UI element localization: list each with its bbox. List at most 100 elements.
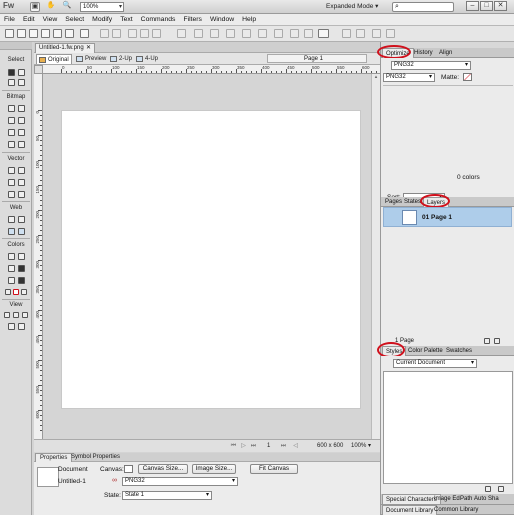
scroll-up-icon[interactable]: ▴ <box>373 74 379 80</box>
fit-canvas-button[interactable]: Fit Canvas <box>250 464 298 474</box>
undo-icon[interactable] <box>100 29 109 38</box>
prev-frame-icon[interactable]: ◁ <box>292 443 299 449</box>
align-icon[interactable] <box>318 29 329 38</box>
zoom-tool-icon[interactable] <box>18 323 25 330</box>
tab-align[interactable]: Align <box>436 48 455 58</box>
redo-icon[interactable] <box>112 29 121 38</box>
document-tab[interactable]: Untitled-1.fw.png ✕ <box>35 43 95 53</box>
eyedropper-icon[interactable] <box>8 253 15 260</box>
text-tool-icon[interactable] <box>18 179 25 186</box>
cut-icon[interactable] <box>128 29 137 38</box>
new-icon[interactable] <box>5 29 14 38</box>
full-screen-icon[interactable] <box>22 312 28 318</box>
print-icon[interactable] <box>65 29 74 38</box>
subselect-icon[interactable] <box>18 69 25 76</box>
fill-icon[interactable] <box>386 29 395 38</box>
stroke-swatch-icon[interactable] <box>18 265 25 272</box>
new-page-icon[interactable] <box>484 338 490 344</box>
rubber-stamp-icon[interactable] <box>18 141 25 148</box>
ungroup-icon[interactable] <box>194 29 203 38</box>
swap-colors-icon[interactable] <box>21 289 27 295</box>
eraser-icon[interactable] <box>18 129 25 136</box>
canvas-size-button[interactable]: Canvas Size... <box>138 464 188 474</box>
pen-icon[interactable] <box>18 167 25 174</box>
export-icon[interactable] <box>53 29 62 38</box>
tab-auto-shape[interactable]: Auto Sha <box>471 494 502 504</box>
play-icon[interactable]: ▷ <box>240 443 247 449</box>
menu-modify[interactable]: Modify <box>92 14 112 25</box>
join-icon[interactable] <box>210 29 219 38</box>
menu-view[interactable]: View <box>43 14 58 25</box>
send-back-icon[interactable] <box>258 29 267 38</box>
rotate-icon[interactable] <box>274 29 283 38</box>
page-selector[interactable]: Page 1 <box>267 54 367 63</box>
styles-list[interactable] <box>383 371 513 484</box>
tab-4up[interactable]: 4-Up <box>134 54 160 64</box>
tab-document-library[interactable]: Document Library <box>382 505 438 515</box>
horizontal-ruler[interactable]: 0 50 100 150 200 250 300 350 400 450 500 550 600 <box>34 65 382 74</box>
search-input[interactable]: ⌕ <box>392 2 454 12</box>
menu-file[interactable]: File <box>4 14 15 25</box>
tab-color-palette[interactable]: Color Palette <box>405 346 446 356</box>
zoom-readout[interactable]: 100% ▾ <box>351 442 371 451</box>
new-style-icon[interactable] <box>485 486 491 492</box>
no-color-icon[interactable] <box>13 289 19 295</box>
delete-style-icon[interactable] <box>498 486 504 492</box>
tab-common-library[interactable]: Common Library <box>431 505 481 515</box>
optimize-format-select[interactable]: PNG32 <box>383 73 435 82</box>
slice-icon[interactable] <box>18 216 25 223</box>
standard-mode-icon[interactable] <box>4 312 10 318</box>
marquee-icon[interactable] <box>8 105 15 112</box>
vertical-ruler[interactable]: 0 50 100 150 200 250 300 350 400 450 500 550 600 <box>34 74 43 439</box>
scale-tool-icon[interactable] <box>8 79 15 86</box>
scale-icon[interactable] <box>304 29 313 38</box>
split-icon[interactable] <box>226 29 235 38</box>
minimize-button[interactable]: – <box>466 1 479 11</box>
lasso-icon[interactable] <box>18 105 25 112</box>
copy-icon[interactable] <box>140 29 149 38</box>
close-button[interactable]: ✕ <box>494 1 507 11</box>
maximize-button[interactable]: □ <box>480 1 493 11</box>
menu-text[interactable]: Text <box>120 14 132 25</box>
close-tab-icon[interactable]: ✕ <box>86 44 91 53</box>
tab-original[interactable]: Original <box>36 54 72 64</box>
fill-swatch-icon[interactable] <box>18 277 25 284</box>
tab-swatches[interactable]: Swatches <box>443 346 475 356</box>
paste-icon[interactable] <box>152 29 161 38</box>
hand-icon[interactable]: ✋ <box>46 2 56 12</box>
line-icon[interactable] <box>8 167 15 174</box>
fill-color-icon[interactable] <box>8 277 15 284</box>
vertical-scrollbar[interactable]: ▴ <box>371 74 380 439</box>
first-frame-icon[interactable]: ⏮ <box>230 443 237 449</box>
workspace-switcher[interactable]: Expanded Mode ▾ <box>326 2 378 12</box>
flip-icon[interactable] <box>290 29 299 38</box>
import-icon[interactable] <box>41 29 50 38</box>
image-size-button[interactable]: Image Size... <box>192 464 236 474</box>
optimize-preset-select[interactable]: PNG32 <box>391 61 471 70</box>
distribute-icon[interactable] <box>342 29 351 38</box>
stroke-color-icon[interactable] <box>8 265 15 272</box>
document-icon[interactable]: ▣ <box>30 2 40 12</box>
pencil-icon[interactable] <box>8 129 15 136</box>
format-select[interactable]: PNG32 <box>122 477 238 486</box>
menu-help[interactable]: Help <box>242 14 256 25</box>
magic-wand-icon[interactable] <box>8 117 15 124</box>
crop-icon[interactable] <box>18 79 25 86</box>
next-frame-icon[interactable]: ⏭ <box>280 443 287 449</box>
matte-swatch[interactable] <box>463 73 472 81</box>
stroke-icon[interactable] <box>372 29 381 38</box>
menu-commands[interactable]: Commands <box>141 14 176 25</box>
last-frame-icon[interactable]: ⏭ <box>250 443 257 449</box>
bring-front-icon[interactable] <box>242 29 251 38</box>
show-slices-icon[interactable] <box>18 228 25 235</box>
full-screen-menus-icon[interactable] <box>13 312 19 318</box>
pointer-icon[interactable] <box>8 69 15 76</box>
menu-edit[interactable]: Edit <box>23 14 35 25</box>
menu-select[interactable]: Select <box>65 14 84 25</box>
knife-icon[interactable] <box>18 191 25 198</box>
print2-icon[interactable] <box>80 29 89 38</box>
group-icon[interactable] <box>177 29 186 38</box>
tab-2up[interactable]: 2-Up <box>108 54 132 64</box>
zoom-select[interactable]: 100% ▾ <box>80 2 124 12</box>
tab-history[interactable]: History <box>411 48 436 58</box>
